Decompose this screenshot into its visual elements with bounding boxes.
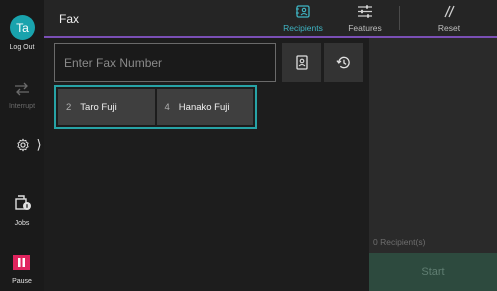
tab-recipients[interactable]: Recipients bbox=[280, 0, 326, 36]
fax-number-placeholder: Enter Fax Number bbox=[64, 55, 163, 70]
fax-number-input[interactable]: Enter Fax Number bbox=[54, 43, 276, 82]
jobs-icon[interactable] bbox=[14, 195, 32, 211]
recipient-count: 0 Recipient(s) bbox=[373, 237, 426, 247]
history-button[interactable] bbox=[324, 43, 363, 82]
tab-features-label: Features bbox=[348, 23, 382, 33]
recipient-number: 2 bbox=[66, 101, 72, 113]
interrupt-label: Interrupt bbox=[8, 103, 36, 110]
recipient-number: 4 bbox=[164, 101, 170, 113]
reset-button[interactable]: Reset bbox=[426, 0, 472, 36]
settings-gear-icon[interactable] bbox=[15, 137, 31, 153]
interrupt-icon bbox=[13, 82, 31, 96]
header-separator bbox=[399, 6, 400, 30]
pause-icon[interactable] bbox=[13, 255, 30, 270]
address-book-button[interactable] bbox=[282, 43, 321, 82]
recipient-list: 2 Taro Fuji 4 Hanako Fuji bbox=[54, 85, 257, 129]
pause-label[interactable]: Pause bbox=[0, 278, 44, 285]
tab-recipients-label: Recipients bbox=[283, 23, 323, 33]
history-clock-icon bbox=[336, 56, 350, 69]
expand-chevron-icon[interactable]: ⟩ bbox=[35, 137, 43, 153]
page-title: Fax bbox=[59, 12, 80, 26]
reset-label: Reset bbox=[437, 23, 461, 33]
recipient-name: Taro Fuji bbox=[80, 101, 117, 113]
recipient-chip[interactable]: 2 Taro Fuji bbox=[58, 89, 155, 125]
jobs-label[interactable]: Jobs bbox=[0, 220, 44, 227]
user-avatar[interactable]: Ta bbox=[10, 15, 35, 40]
address-book-icon bbox=[295, 55, 308, 70]
tab-features[interactable]: Features bbox=[342, 0, 388, 36]
sliders-icon bbox=[358, 5, 372, 18]
start-button[interactable]: Start bbox=[369, 253, 497, 291]
reset-slashes-icon bbox=[444, 5, 455, 18]
recipient-name: Hanako Fuji bbox=[178, 101, 230, 113]
address-card-icon bbox=[296, 5, 310, 18]
recipient-chip[interactable]: 4 Hanako Fuji bbox=[156, 89, 253, 125]
logout-label[interactable]: Log Out bbox=[0, 44, 44, 51]
